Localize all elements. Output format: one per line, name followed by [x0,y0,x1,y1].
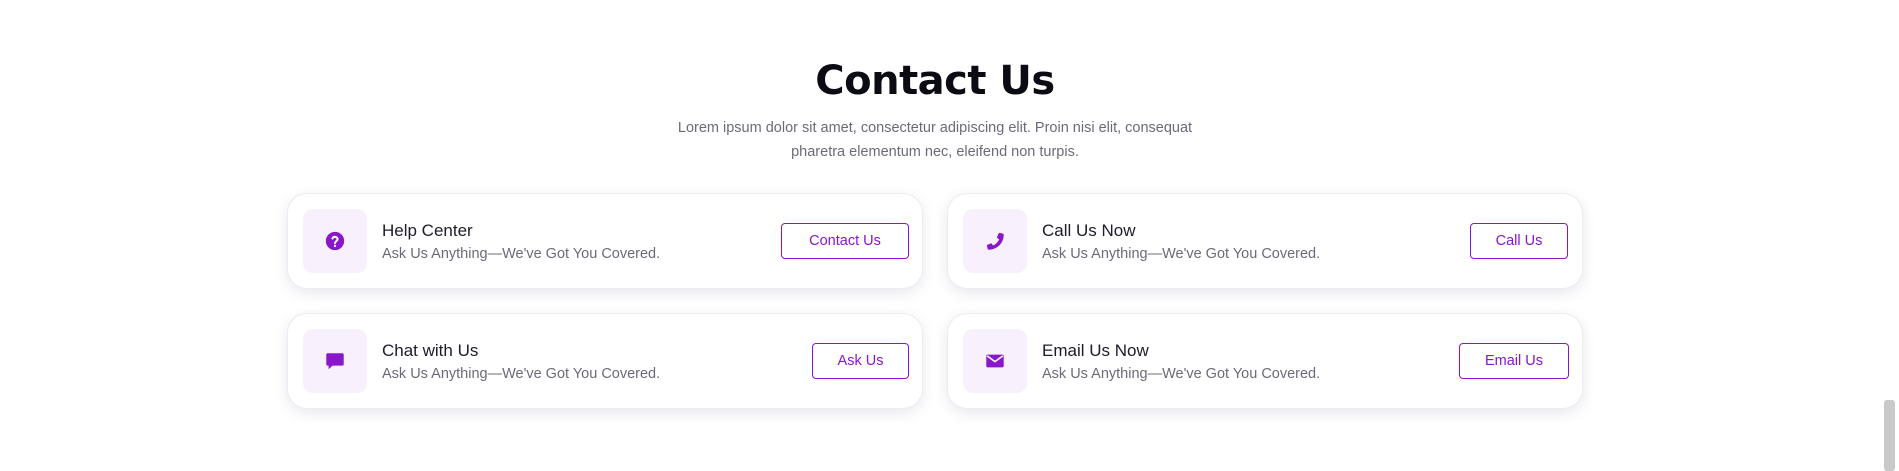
phone-icon [963,209,1027,273]
envelope-icon [963,329,1027,393]
contact-us-button[interactable]: Contact Us [781,223,909,259]
chat-icon [303,329,367,393]
card-title: Call Us Now [1042,221,1136,240]
contact-card-help-center: Help Center Ask Us Anything—We've Got Yo… [287,193,923,289]
call-us-button[interactable]: Call Us [1470,223,1568,259]
card-title: Email Us Now [1042,341,1149,360]
email-us-button[interactable]: Email Us [1459,343,1569,379]
card-description: Ask Us Anything—We've Got You Covered. [1042,246,1321,262]
card-description: Ask Us Anything—We've Got You Covered. [382,366,661,382]
section-subtitle: Lorem ipsum dolor sit amet, consectetur … [677,120,1193,160]
scrollbar-thumb[interactable] [1884,400,1895,471]
question-circle-icon [303,209,367,273]
card-title: Help Center [382,221,473,240]
ask-us-button[interactable]: Ask Us [812,343,909,379]
card-title: Chat with Us [382,341,479,360]
section-title: Contact Us [815,58,1055,104]
page-scrollbar[interactable] [1880,0,1899,471]
contact-card-chat: Chat with Us Ask Us Anything—We've Got Y… [287,313,923,409]
card-description: Ask Us Anything—We've Got You Covered. [382,246,661,262]
contact-section: Contact Us Lorem ipsum dolor sit amet, c… [0,0,1880,471]
contact-card-email: Email Us Now Ask Us Anything—We've Got Y… [947,313,1583,409]
card-description: Ask Us Anything—We've Got You Covered. [1042,366,1321,382]
contact-card-call: Call Us Now Ask Us Anything—We've Got Yo… [947,193,1583,289]
